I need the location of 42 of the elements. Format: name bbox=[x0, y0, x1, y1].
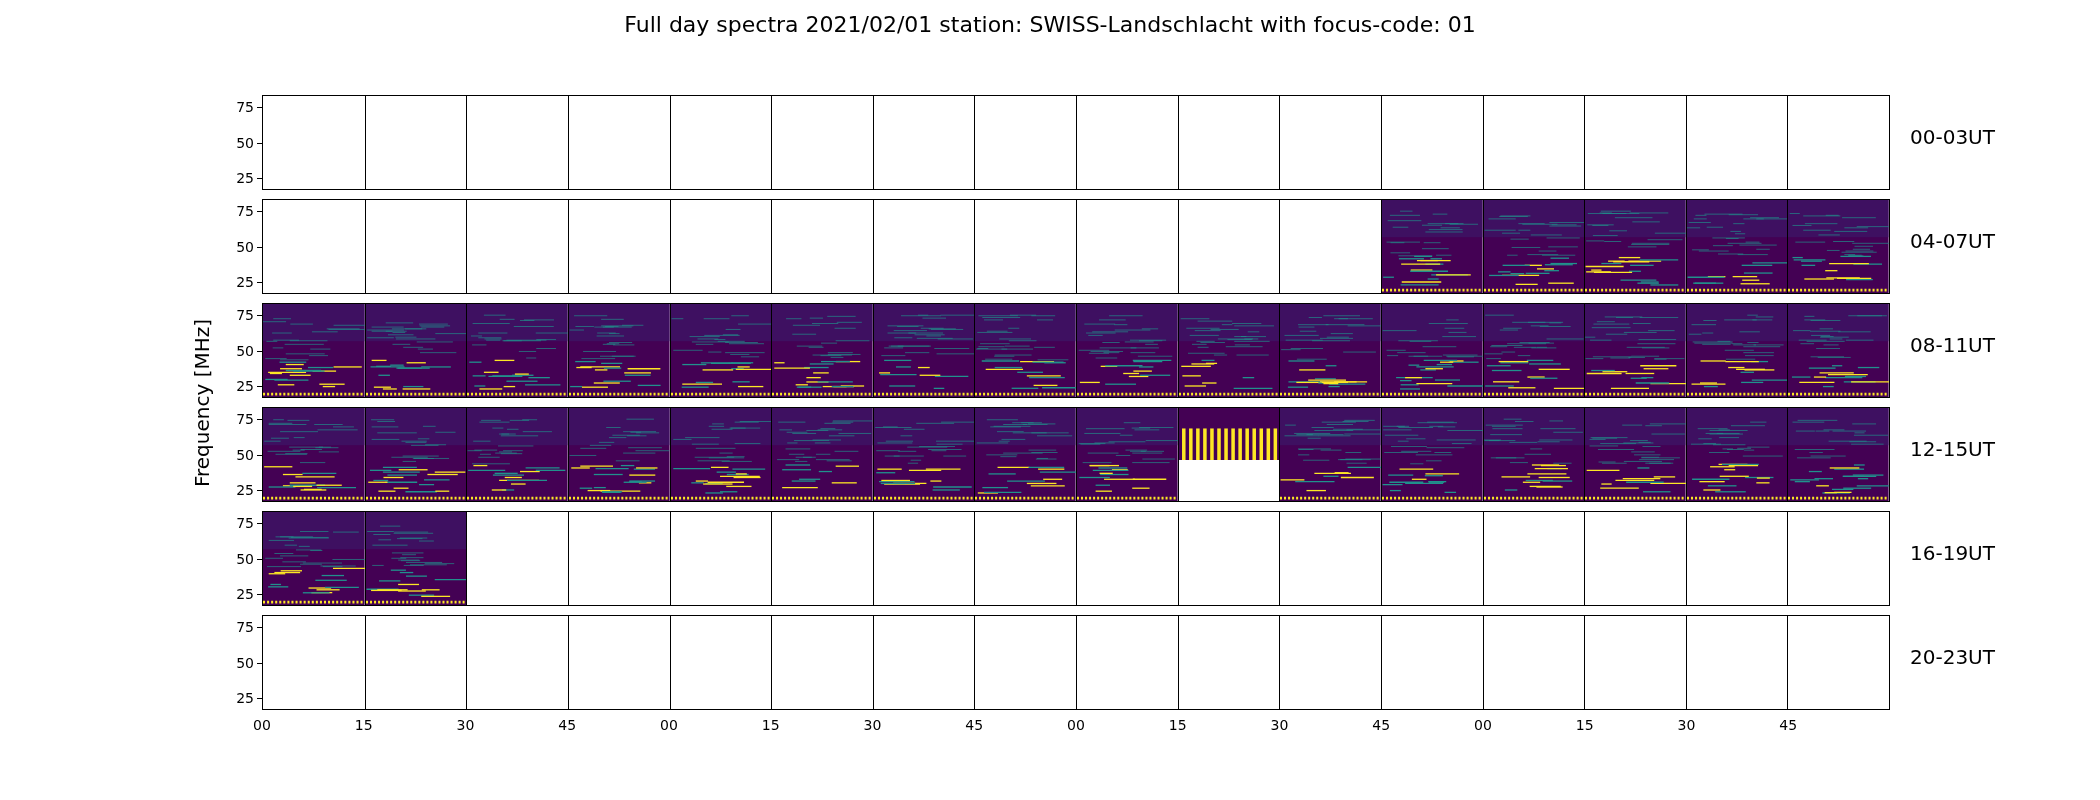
x-tick-label: 00 bbox=[1474, 716, 1492, 734]
x-tick-label: 00 bbox=[660, 716, 678, 734]
y-tick-label: 25 bbox=[236, 169, 262, 186]
y-tick-label: 25 bbox=[236, 689, 262, 706]
y-tick-label: 50 bbox=[236, 134, 262, 151]
y-tick-label: 25 bbox=[236, 481, 262, 498]
y-tick-label: 50 bbox=[236, 550, 262, 567]
x-tick-label: 15 bbox=[761, 716, 780, 734]
row-time-label: 04-07UT bbox=[1910, 228, 1995, 253]
x-tick-label: 30 bbox=[456, 716, 475, 734]
x-tick-label: 30 bbox=[1677, 716, 1696, 734]
y-tick-label: 75 bbox=[236, 619, 262, 636]
figure-title: Full day spectra 2021/02/01 station: SWISS-Landschlacht with focus-code: 01 bbox=[624, 12, 1476, 37]
x-tick-label: 00 bbox=[253, 716, 271, 734]
x-tick-label: 15 bbox=[1575, 716, 1594, 734]
row-time-label: 20-23UT bbox=[1910, 644, 1995, 669]
y-tick-label: 75 bbox=[236, 411, 262, 428]
y-axis-label: Frequency [MHz] bbox=[190, 318, 214, 487]
y-tick-label: 25 bbox=[236, 377, 262, 394]
x-tick-label: 45 bbox=[1779, 716, 1798, 734]
y-tick-label: 75 bbox=[236, 515, 262, 532]
y-tick-label: 50 bbox=[236, 342, 262, 359]
y-tick-label: 75 bbox=[236, 307, 262, 324]
x-tick-label: 30 bbox=[863, 716, 882, 734]
y-tick-label: 75 bbox=[236, 203, 262, 220]
row-time-label: 00-03UT bbox=[1910, 124, 1995, 149]
row-time-label: 16-19UT bbox=[1910, 540, 1995, 565]
x-tick-label: 00 bbox=[1067, 716, 1085, 734]
x-tick-label: 45 bbox=[965, 716, 984, 734]
x-tick-label: 15 bbox=[1168, 716, 1187, 734]
y-tick-label: 25 bbox=[236, 585, 262, 602]
x-tick-label: 45 bbox=[1372, 716, 1391, 734]
x-tick-label: 15 bbox=[354, 716, 373, 734]
y-tick-label: 50 bbox=[236, 446, 262, 463]
row-time-label: 08-11UT bbox=[1910, 332, 1995, 357]
x-tick-label: 45 bbox=[558, 716, 577, 734]
y-tick-label: 25 bbox=[236, 273, 262, 290]
row-time-label: 12-15UT bbox=[1910, 436, 1995, 461]
y-tick-label: 75 bbox=[236, 99, 262, 116]
y-tick-label: 50 bbox=[236, 654, 262, 671]
x-tick-label: 30 bbox=[1270, 716, 1289, 734]
y-tick-label: 50 bbox=[236, 238, 262, 255]
